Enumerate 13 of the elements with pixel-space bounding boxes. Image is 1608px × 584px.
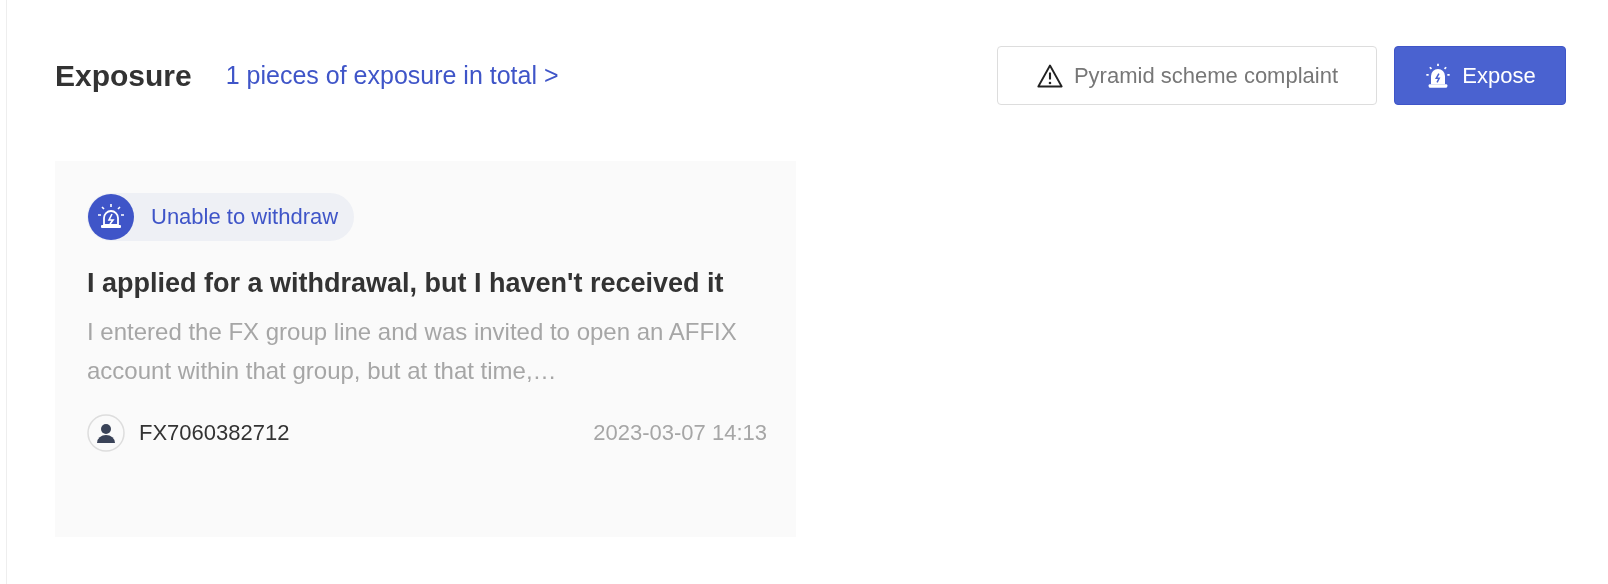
- post-time: 2023-03-07 14:13: [593, 420, 767, 446]
- card-excerpt: I entered the FX group line and was invited to open an AFFIX account within that group, but at that time,…: [87, 317, 738, 386]
- card-title: I applied for a withdrawal, but I haven't received it: [87, 267, 725, 300]
- category-tag: Unable to withdraw: [87, 193, 355, 241]
- section-title: Exposure: [55, 58, 192, 93]
- complaint-button[interactable]: Pyramid scheme complaint: [997, 46, 1377, 105]
- exposure-card[interactable]: [55, 161, 796, 537]
- alarm-icon: [1424, 61, 1453, 90]
- alarm-icon: [87, 193, 135, 241]
- total-link[interactable]: 1 pieces of exposure in total >: [225, 61, 559, 90]
- user-name: FX7060382712: [139, 420, 290, 446]
- expose-button[interactable]: Expose: [1394, 46, 1566, 105]
- avatar-icon: [87, 414, 125, 452]
